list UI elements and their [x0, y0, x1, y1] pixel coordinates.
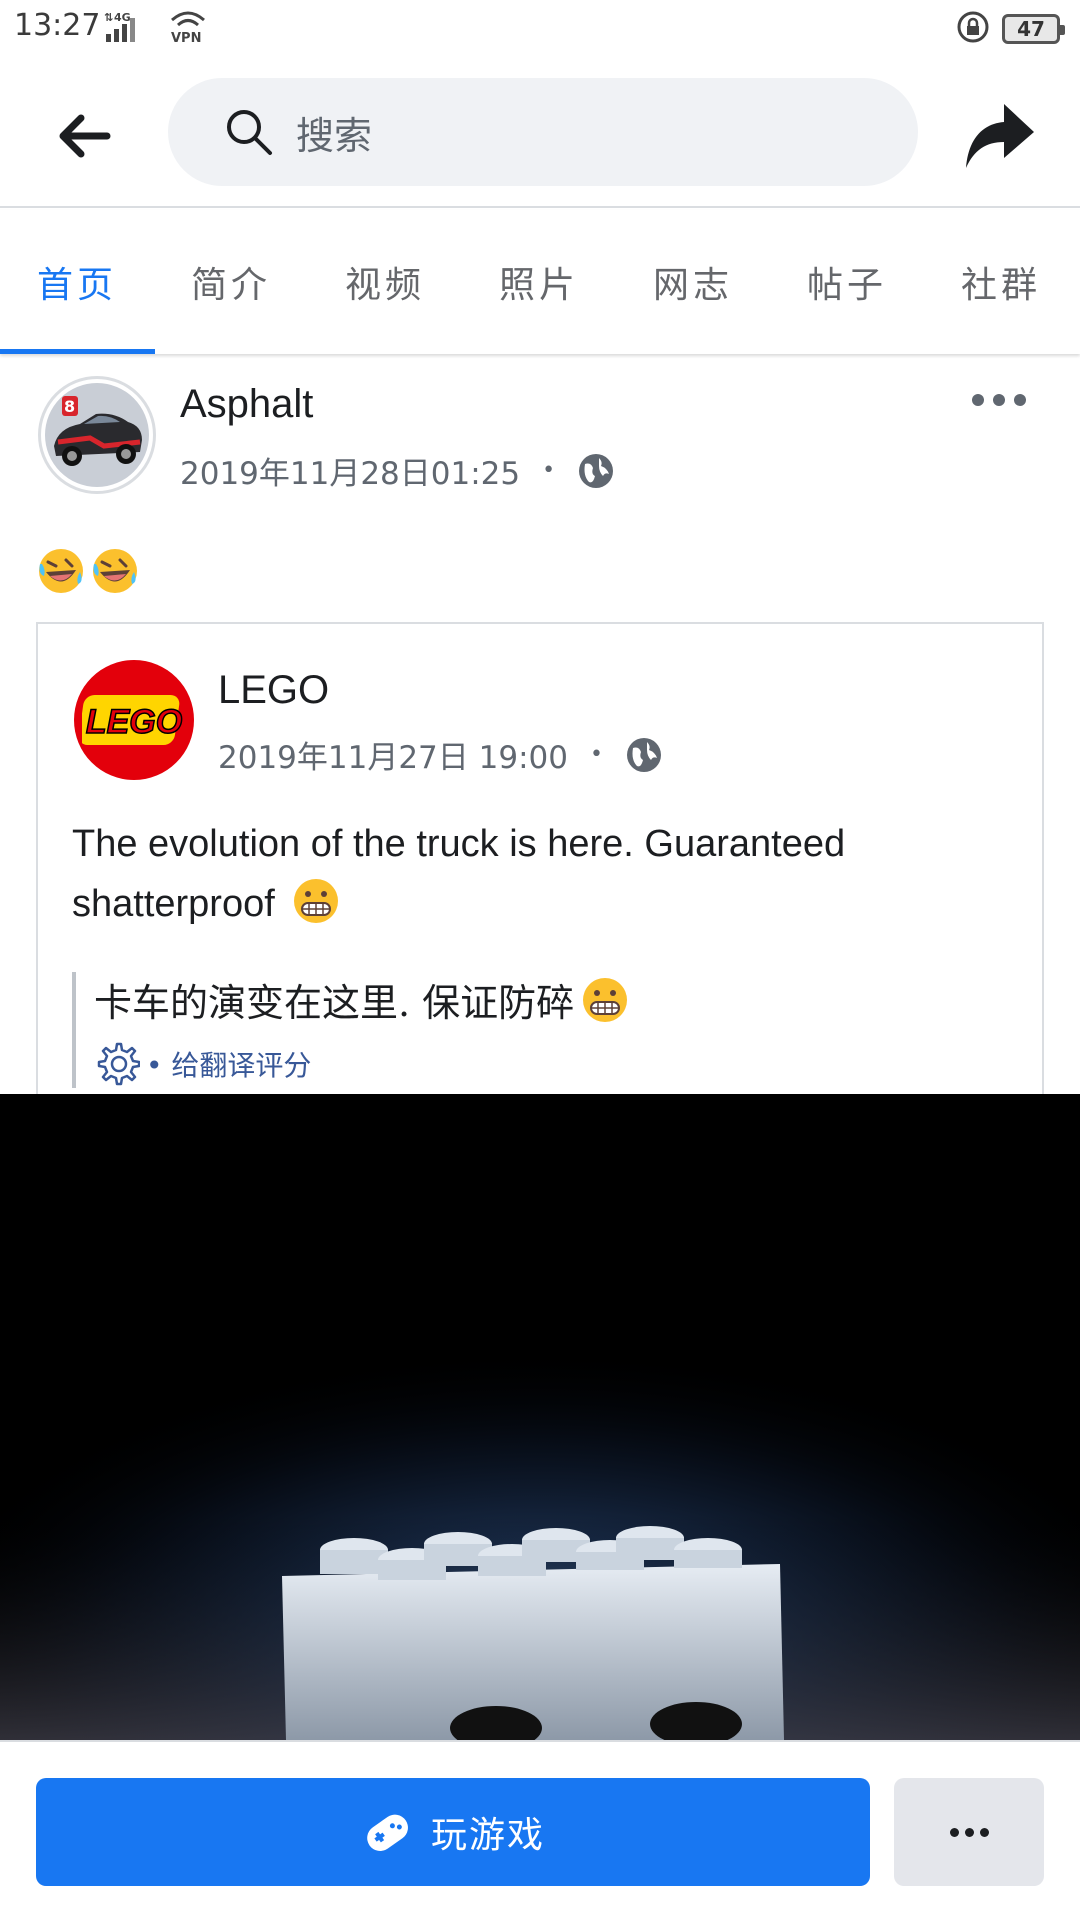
post-more-button[interactable]: [972, 386, 1026, 414]
rotation-lock-icon: [956, 10, 990, 48]
rofl-emoji-icon: [93, 549, 137, 593]
rofl-emoji-icon: [39, 549, 83, 593]
share-icon: [966, 104, 1034, 168]
shared-post-text: The evolution of the truck is here. Guar…: [72, 823, 846, 925]
search-input[interactable]: 搜索: [168, 78, 918, 186]
svg-text:VPN: VPN: [171, 31, 201, 46]
signal-icon: ⇅ 4G: [104, 10, 160, 48]
play-game-button[interactable]: 玩游戏: [36, 1778, 870, 1886]
search-icon: [227, 110, 272, 155]
tab-home[interactable]: 首页: [0, 210, 155, 354]
tab-photos[interactable]: 照片: [462, 210, 616, 354]
avatar[interactable]: 8: [38, 376, 156, 494]
translation-block: 卡车的演变在这里. 保证防碎 • 给翻译评分: [72, 972, 630, 1088]
grimace-emoji-icon: [583, 977, 628, 1022]
shared-post-card[interactable]: LEGO LEGO 2019年11月27日 19:00 • The evolut…: [36, 622, 1044, 1142]
asphalt-car-icon: 8: [45, 383, 149, 487]
top-bar: 搜索: [0, 56, 1080, 208]
separator-dot: •: [542, 458, 556, 483]
post-timestamp[interactable]: 2019年11月28日01:25: [180, 448, 520, 493]
status-time: 13:27: [14, 8, 101, 43]
tab-notes[interactable]: 网志: [616, 210, 770, 354]
search-placeholder: 搜索: [296, 113, 373, 158]
gear-icon: [97, 1042, 140, 1086]
status-bar: 13:27 ⇅ 4G VPN 47: [0, 0, 1080, 56]
svg-text:8: 8: [64, 397, 75, 416]
rate-translation-link[interactable]: • 给翻译评分: [94, 1041, 630, 1087]
lego-brick-image: [0, 1094, 1080, 1740]
translation-text: 卡车的演变在这里. 保证防碎: [94, 972, 630, 1027]
lego-avatar[interactable]: LEGO: [74, 660, 194, 780]
separator-dot: •: [589, 742, 603, 767]
network-type: 4G: [114, 11, 131, 24]
battery-icon: 47: [1002, 14, 1065, 44]
shared-meta: 2019年11月27日 19:00 •: [218, 732, 663, 777]
post-author[interactable]: Asphalt: [180, 382, 313, 427]
shared-author[interactable]: LEGO: [218, 668, 329, 713]
globe-icon: [626, 737, 661, 772]
svg-text:LEGO: LEGO: [86, 703, 182, 741]
bottom-action-bar: 玩游戏: [0, 1740, 1080, 1920]
post-meta: 2019年11月28日01:25 •: [180, 448, 615, 493]
lego-logo-icon: LEGO: [82, 695, 183, 745]
more-options-button[interactable]: [894, 1778, 1044, 1886]
share-button[interactable]: [960, 96, 1040, 176]
tab-community[interactable]: 社群: [924, 210, 1078, 354]
grimace-emoji-icon: [294, 879, 339, 923]
tab-about[interactable]: 简介: [154, 210, 308, 354]
tab-posts[interactable]: 帖子: [770, 210, 924, 354]
back-button[interactable]: [48, 100, 120, 172]
tab-videos[interactable]: 视频: [308, 210, 462, 354]
shared-timestamp[interactable]: 2019年11月27日 19:00: [218, 732, 568, 777]
svg-text:⇅: ⇅: [104, 11, 113, 24]
back-arrow-icon: [59, 114, 111, 158]
post-image[interactable]: [0, 1094, 1080, 1740]
post-text: [36, 546, 140, 596]
vpn-icon: VPN: [168, 6, 208, 50]
globe-icon: [579, 453, 614, 488]
tab-bar: 首页 简介 视频 照片 网志 帖子 社群: [0, 210, 1080, 354]
gamepad-icon: [367, 1814, 408, 1851]
